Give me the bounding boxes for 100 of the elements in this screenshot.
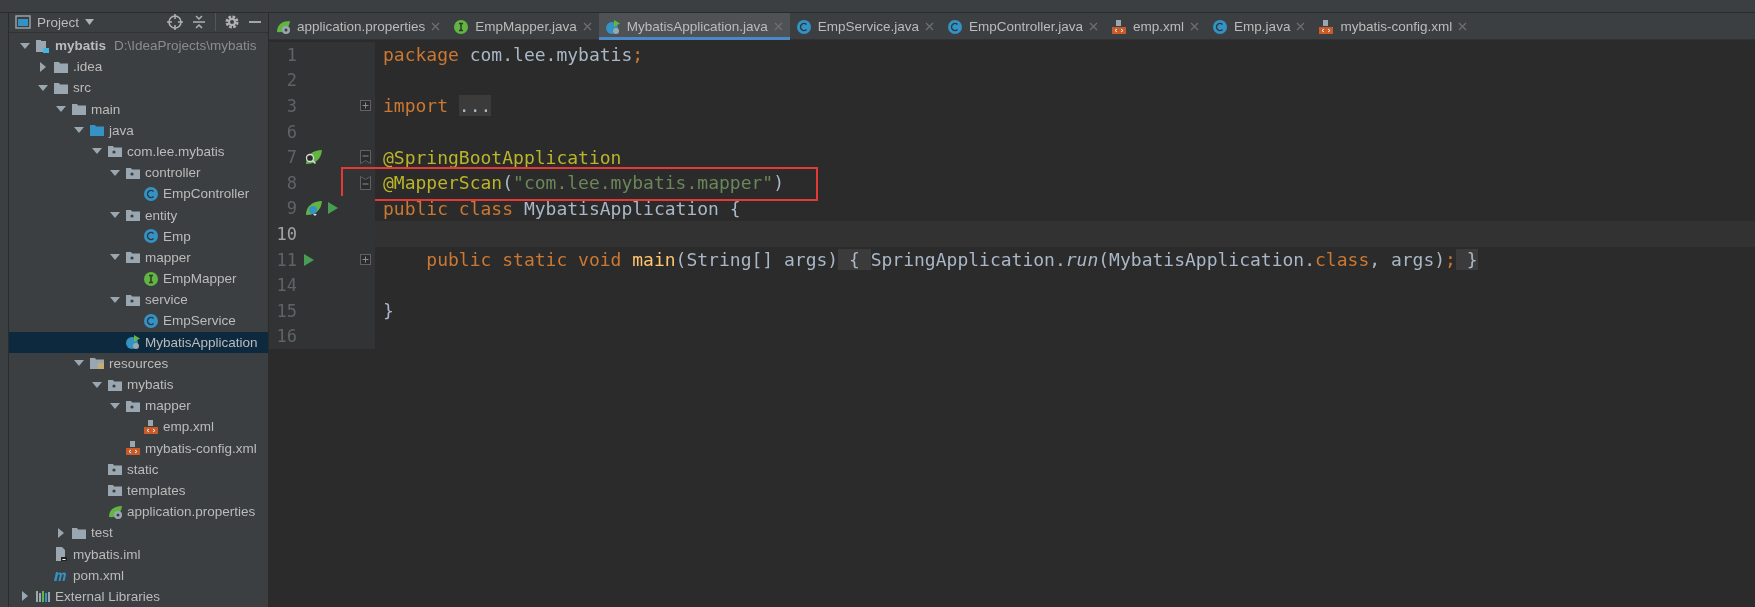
- code-line: public static void main(String[] args) { SpringApplication.run(MybatisApplication.class, args); }: [425, 249, 1478, 271]
- xml-file-icon: [1111, 18, 1128, 35]
- locate-icon[interactable]: [167, 14, 183, 31]
- package-folder-icon: [107, 482, 123, 499]
- item-label: application.properties: [127, 504, 256, 520]
- tree-item[interactable]: mapper: [9, 246, 268, 268]
- item-label: EmpController: [163, 186, 250, 202]
- item-label: EmpMapper: [163, 271, 237, 287]
- item-label: test: [91, 525, 113, 541]
- item-label: mybatis: [55, 38, 107, 54]
- tree-item[interactable]: EmpMapper: [9, 268, 268, 290]
- item-label: src: [73, 80, 91, 96]
- class-icon: [143, 228, 159, 245]
- collapse-all-icon[interactable]: [191, 14, 207, 31]
- tree-item[interactable]: Emp: [9, 225, 268, 247]
- class-icon: [795, 18, 812, 35]
- tree-item[interactable]: mybatis D:\IdeaProjects\mybatis: [9, 34, 268, 57]
- item-label: emp.xml: [163, 419, 214, 435]
- item-label: main: [91, 101, 121, 117]
- tree-item[interactable]: MybatisApplication: [9, 331, 268, 353]
- bean-class-icon[interactable]: [303, 199, 323, 218]
- editor-tab[interactable]: emp.xml: [1105, 13, 1207, 40]
- fold-collapse-icon[interactable]: [359, 150, 371, 165]
- class-icon: [143, 312, 159, 329]
- library-icon: [35, 588, 51, 605]
- tree-item[interactable]: controller: [9, 162, 268, 184]
- xml-file-icon: [125, 440, 141, 457]
- tree-item[interactable]: templates: [9, 479, 268, 502]
- tree-item[interactable]: pom.xml: [9, 564, 268, 586]
- tree-item[interactable]: application.properties: [9, 501, 268, 523]
- line-number: 10: [275, 223, 297, 244]
- item-label: mapper: [145, 249, 191, 265]
- editor-tab[interactable]: mybatis-config.xml: [1312, 13, 1475, 40]
- editor-tab[interactable]: EmpMapper.java: [447, 13, 599, 40]
- tree-item[interactable]: mybatis-config.xml: [9, 437, 268, 459]
- item-label: mybatis-config.xml: [145, 440, 257, 456]
- package-folder-icon: [125, 207, 141, 224]
- fold-expand-icon[interactable]: [359, 100, 371, 112]
- resources-folder-icon: [89, 355, 105, 372]
- code-line: @SpringBootApplication: [383, 146, 622, 168]
- item-label: java: [109, 122, 134, 138]
- tree-item[interactable]: EmpController: [9, 183, 268, 205]
- fold-expand-icon[interactable]: [359, 254, 371, 266]
- item-label: External Libraries: [55, 588, 161, 604]
- tree-item[interactable]: test: [9, 522, 268, 544]
- fold-end-icon[interactable]: [359, 175, 371, 190]
- tree-item[interactable]: entity: [9, 204, 268, 226]
- folder-icon: [71, 101, 87, 118]
- bean-search-icon[interactable]: [303, 148, 323, 167]
- package-folder-icon: [107, 143, 123, 160]
- spring-leaf-icon: [275, 18, 291, 35]
- class-icon: [143, 185, 159, 202]
- run-icon[interactable]: [303, 252, 315, 267]
- xml-file-icon: [1318, 18, 1335, 35]
- settings-icon[interactable]: [224, 14, 240, 31]
- tree-item[interactable]: EmpService: [9, 310, 268, 332]
- editor-tab[interactable]: EmpService.java: [789, 13, 942, 40]
- spring-leaf-icon: [107, 503, 123, 520]
- tree-item[interactable]: static: [9, 458, 268, 480]
- item-label: EmpService: [163, 313, 236, 329]
- item-label: static: [127, 461, 159, 477]
- interface-icon: [453, 18, 470, 35]
- interface-icon: [143, 270, 159, 287]
- tree-item[interactable]: mybatis.iml: [9, 543, 268, 565]
- tree-item[interactable]: service: [9, 289, 268, 311]
- editor-tab[interactable]: Emp.java: [1206, 13, 1313, 40]
- item-label: mybatis.iml: [73, 546, 141, 562]
- package-folder-icon: [107, 461, 123, 478]
- item-label: com.lee.mybatis: [127, 143, 225, 159]
- class-icon: [1212, 18, 1229, 35]
- item-label: pom.xml: [73, 567, 124, 583]
- run-icon[interactable]: [327, 201, 339, 216]
- code-line: public class MybatisApplication {: [383, 197, 741, 219]
- item-label: resources: [109, 355, 169, 371]
- tree-item[interactable]: mapper: [9, 395, 268, 417]
- code-line: }: [383, 300, 394, 322]
- item-label: Emp: [163, 228, 191, 244]
- tree-item[interactable]: External Libraries: [9, 585, 268, 607]
- tree-item[interactable]: mybatis: [9, 373, 268, 396]
- editor-tab[interactable]: MybatisApplication.java: [598, 13, 790, 40]
- item-label: mapper: [145, 398, 191, 414]
- tree-item[interactable]: src: [9, 77, 268, 99]
- code-line: @MapperScan("com.lee.mybatis.mapper"): [383, 172, 784, 194]
- project-window-icon: [15, 14, 31, 31]
- tree-item[interactable]: java: [9, 119, 268, 141]
- item-label: service: [145, 292, 188, 308]
- tree-item[interactable]: main: [9, 98, 268, 120]
- spring-class-icon: [125, 334, 141, 351]
- editor-tab[interactable]: EmpController.java: [941, 13, 1106, 40]
- tree-item[interactable]: emp.xml: [9, 416, 268, 438]
- tree-item[interactable]: com.lee.mybatis: [9, 140, 268, 163]
- module-icon: [35, 37, 51, 54]
- tree-item[interactable]: resources: [9, 352, 268, 374]
- editor-tab[interactable]: application.properties: [269, 13, 448, 40]
- item-label: templates: [127, 482, 186, 498]
- package-folder-icon: [125, 249, 141, 266]
- item-label: mybatis: [127, 377, 174, 393]
- project-view-dropdown[interactable]: Project: [15, 14, 95, 31]
- spring-class-icon: [604, 18, 621, 35]
- tree-item[interactable]: .idea: [9, 56, 268, 78]
